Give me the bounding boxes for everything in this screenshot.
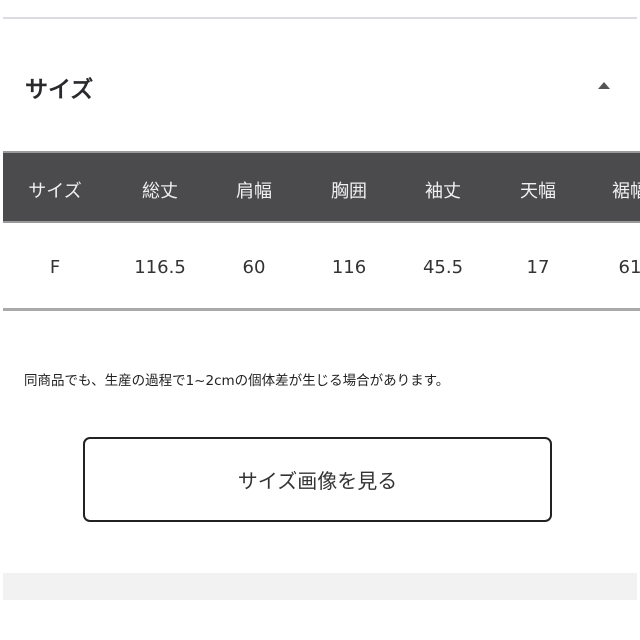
header-size: サイズ	[28, 181, 82, 202]
cell: 116	[331, 257, 367, 278]
header-chest: 胸囲	[331, 181, 367, 202]
table-header: サイズ 総丈 肩幅 胸囲 袖丈 天幅 裾幅	[3, 151, 640, 223]
size-note: 同商品でも、生産の過程で1~2cmの個体差が生じる場合があります。	[24, 373, 450, 389]
section-separator	[3, 573, 637, 600]
divider	[3, 17, 637, 19]
cell: F	[49, 257, 61, 278]
header-sleeve: 袖丈	[425, 181, 461, 202]
table-row: F 116.5 60 116 45.5 17 61	[3, 223, 640, 311]
header-shoulder: 肩幅	[236, 181, 272, 202]
cell: 61	[618, 257, 640, 278]
header-hem-width: 裾幅	[612, 181, 640, 202]
size-table: サイズ 総丈 肩幅 胸囲 袖丈 天幅 裾幅 F 116.5 60 116 45.…	[3, 151, 640, 311]
cell: 45.5	[422, 257, 464, 278]
cell: 116.5	[134, 257, 186, 278]
header-length: 総丈	[142, 181, 178, 202]
header-neck-width: 天幅	[520, 181, 556, 202]
view-size-image-button[interactable]: サイズ画像を見る	[83, 437, 552, 522]
cell: 17	[526, 257, 550, 278]
cell: 60	[242, 257, 266, 278]
section-title: サイズ	[25, 77, 94, 103]
caret-up-icon[interactable]	[598, 82, 610, 89]
